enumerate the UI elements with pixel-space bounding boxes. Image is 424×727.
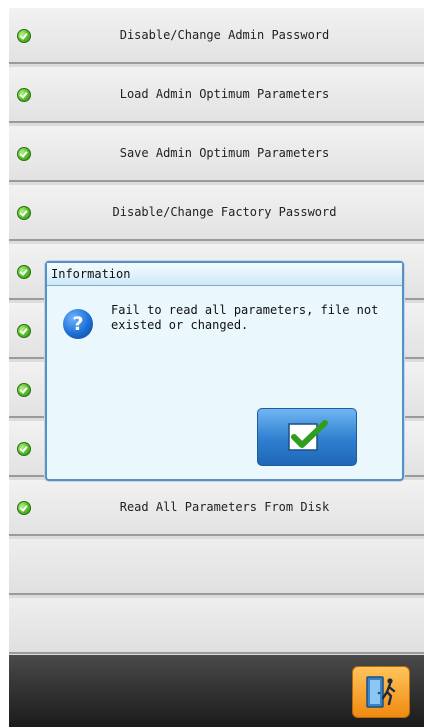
menu-item-read-all-parameters-from-disk[interactable]: Read All Parameters From Disk — [9, 480, 424, 536]
bottom-toolbar — [9, 655, 424, 727]
dialog-message: Fail to read all parameters, file not ex… — [111, 303, 379, 332]
menu-item-label: Load Admin Optimum Parameters — [119, 87, 330, 101]
exit-door-icon — [366, 676, 396, 708]
menu-item-load-admin-optimum-parameters[interactable]: Load Admin Optimum Parameters — [9, 67, 424, 123]
green-check-icon — [17, 501, 31, 515]
green-check-icon — [17, 265, 31, 279]
menu-item-label: Save Admin Optimum Parameters — [119, 146, 330, 160]
green-check-icon — [17, 29, 31, 43]
green-check-icon — [17, 147, 31, 161]
menu-item-label: Disable/Change Admin Password — [119, 28, 330, 42]
empty-row — [9, 539, 424, 595]
menu-item-disable-change-admin-password[interactable]: Disable/Change Admin Password — [9, 8, 424, 64]
green-check-icon — [17, 442, 31, 456]
menu-item-disable-change-factory-password[interactable]: Disable/Change Factory Password — [9, 185, 424, 241]
ok-button[interactable] — [257, 408, 357, 466]
green-check-icon — [17, 383, 31, 397]
menu-item-label: Disable/Change Factory Password — [112, 205, 337, 219]
green-check-icon — [17, 324, 31, 338]
menu-item-save-admin-optimum-parameters[interactable]: Save Admin Optimum Parameters — [9, 126, 424, 182]
dialog-title: Information — [47, 263, 402, 286]
green-check-icon — [17, 88, 31, 102]
empty-row — [9, 598, 424, 654]
checkmark-icon — [288, 420, 328, 451]
question-icon: ? — [63, 309, 93, 339]
information-dialog: Information ? Fail to read all parameter… — [45, 261, 404, 481]
menu-item-label: Read All Parameters From Disk — [119, 500, 330, 514]
exit-button[interactable] — [352, 666, 410, 718]
green-check-icon — [17, 206, 31, 220]
